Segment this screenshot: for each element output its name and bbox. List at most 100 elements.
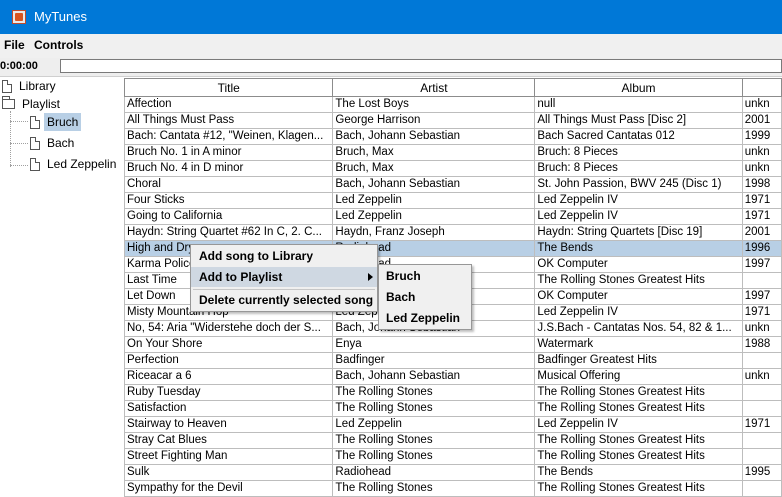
cell-artist: Led Zeppelin: [332, 192, 536, 209]
cell-title: Bach: Cantata #12, "Weinen, Klagen...: [123, 128, 334, 145]
menu-item-label: Add to Playlist: [199, 270, 283, 284]
cell-year: 1971: [741, 192, 782, 209]
menu-item-add-song-to-library[interactable]: Add song to Library: [191, 246, 377, 266]
cell-title: Four Sticks: [123, 192, 334, 209]
cell-year: 1998: [741, 176, 782, 193]
menu-controls[interactable]: Controls: [34, 38, 83, 52]
cell-artist: The Rolling Stones: [332, 400, 536, 417]
table-row[interactable]: Four Sticks Led Zeppelin Led Zeppelin IV 19…: [123, 192, 782, 209]
cell-artist: Radiohead: [332, 464, 536, 481]
cell-album: Bruch: 8 Pieces: [534, 160, 743, 177]
cell-title: Perfection: [123, 352, 334, 369]
cell-year: unkn: [741, 368, 782, 385]
playback-bar: 0:00:00: [0, 58, 782, 77]
table-row[interactable]: Stray Cat Blues The Rolling Stones The Rol…: [123, 432, 782, 449]
cell-year: 1971: [741, 304, 782, 321]
cell-year: unkn: [741, 320, 782, 337]
folder-icon: [2, 95, 15, 109]
progress-field[interactable]: [60, 59, 782, 73]
java-cup-icon: [12, 10, 26, 24]
cell-title: Bruch No. 1 in A minor: [123, 144, 334, 161]
table-row[interactable]: Satisfaction The Rolling Stones The Rollin…: [123, 400, 782, 417]
cell-artist: The Rolling Stones: [332, 432, 536, 449]
table-row[interactable]: On Your Shore Enya Watermark 1988: [123, 336, 782, 353]
tree-item-led-zeppelin[interactable]: Led Zeppelin: [30, 155, 119, 173]
table-row[interactable]: Stairway to Heaven Led Zeppelin Led Zeppel…: [123, 416, 782, 433]
column-header-artist[interactable]: Artist: [332, 78, 536, 97]
tree-item-library[interactable]: Library: [2, 77, 59, 95]
playlist-submenu: Bruch Bach Led Zeppelin: [378, 264, 472, 330]
submenu-item-led-zeppelin[interactable]: Led Zeppelin: [379, 308, 471, 329]
cell-album: The Rolling Stones Greatest Hits: [534, 272, 743, 289]
table-row[interactable]: Choral Bach, Johann Sebastian St. John Pas…: [123, 176, 782, 193]
cell-title: Bruch No. 4 in D minor: [123, 160, 334, 177]
cell-title: No, 54: Aria "Widerstehe doch der S...: [123, 320, 334, 337]
column-header-year[interactable]: [741, 78, 782, 97]
menu-item-add-to-playlist[interactable]: Add to Playlist: [191, 267, 377, 287]
table-row[interactable]: Ruby Tuesday The Rolling Stones The Rollin…: [123, 384, 782, 401]
submenu-item-bruch[interactable]: Bruch: [379, 266, 471, 287]
table-row[interactable]: Haydn: String Quartet #62 In C, 2. C... H…: [123, 224, 782, 241]
cell-year: 1997: [741, 256, 782, 273]
cell-title: On Your Shore: [123, 336, 334, 353]
cell-artist: Badfinger: [332, 352, 536, 369]
table-row[interactable]: Sympathy for the Devil The Rolling Stones…: [123, 480, 782, 497]
cell-album: Watermark: [534, 336, 743, 353]
table-row[interactable]: Bruch No. 1 in A minor Bruch, Max Bruch: 8…: [123, 144, 782, 161]
submenu-arrow-icon: [368, 273, 373, 281]
cell-year: 2001: [741, 112, 782, 129]
tree-item-bruch[interactable]: Bruch: [30, 113, 82, 131]
cell-album: St. John Passion, BWV 245 (Disc 1): [534, 176, 743, 193]
cell-album: Bach Sacred Cantatas 012: [534, 128, 743, 145]
menu-file[interactable]: File: [4, 38, 25, 52]
cell-artist: The Rolling Stones: [332, 448, 536, 465]
cell-title: Haydn: String Quartet #62 In C, 2. C...: [123, 224, 334, 241]
cell-album: Bruch: 8 Pieces: [534, 144, 743, 161]
column-header-title[interactable]: Title: [123, 78, 334, 97]
table-row[interactable]: Going to California Led Zeppelin Led Zeppe…: [123, 208, 782, 225]
table-row[interactable]: Affection The Lost Boys null unkn: [123, 96, 782, 113]
cell-title: Affection: [123, 96, 334, 113]
file-icon: [30, 158, 40, 172]
cell-year: [741, 384, 782, 401]
table-row[interactable]: Street Fighting Man The Rolling Stones The…: [123, 448, 782, 465]
tree-connector: [10, 143, 28, 144]
cell-title: Sympathy for the Devil: [123, 480, 334, 497]
cell-year: 2001: [741, 224, 782, 241]
cell-year: [741, 400, 782, 417]
cell-album: OK Computer: [534, 256, 743, 273]
tree-item-playlist[interactable]: Playlist: [2, 95, 63, 113]
cell-album: OK Computer: [534, 288, 743, 305]
cell-title: Satisfaction: [123, 400, 334, 417]
submenu-item-bach[interactable]: Bach: [379, 287, 471, 308]
cell-artist: Enya: [332, 336, 536, 353]
table-row[interactable]: Sulk Radiohead The Bends 1995: [123, 464, 782, 481]
cell-album: The Rolling Stones Greatest Hits: [534, 384, 743, 401]
library-tree: Library Playlist Bruch Bach Led Zeppelin: [0, 77, 124, 490]
tree-connector: [10, 121, 28, 122]
column-header-album[interactable]: Album: [534, 78, 743, 97]
file-icon: [2, 80, 12, 94]
table-row[interactable]: All Things Must Pass George Harrison All T…: [123, 112, 782, 129]
cell-year: [741, 480, 782, 497]
table-row[interactable]: Riceacar a 6 Bach, Johann Sebastian Musica…: [123, 368, 782, 385]
cell-title: Ruby Tuesday: [123, 384, 334, 401]
tree-connector: [10, 165, 28, 166]
cell-album: All Things Must Pass [Disc 2]: [534, 112, 743, 129]
cell-artist: Bruch, Max: [332, 144, 536, 161]
cell-album: The Bends: [534, 240, 743, 257]
table-row[interactable]: Perfection Badfinger Badfinger Greatest Hi…: [123, 352, 782, 369]
cell-year: [741, 272, 782, 289]
table-row[interactable]: Bach: Cantata #12, "Weinen, Klagen... Bac…: [123, 128, 782, 145]
cell-artist: The Rolling Stones: [332, 480, 536, 497]
menu-item-delete-selected-song[interactable]: Delete currently selected song: [191, 290, 377, 310]
cell-album: The Rolling Stones Greatest Hits: [534, 480, 743, 497]
cell-year: 1996: [741, 240, 782, 257]
file-icon: [30, 137, 40, 151]
table-row[interactable]: Bruch No. 4 in D minor Bruch, Max Bruch: 8…: [123, 160, 782, 177]
title-bar: MyTunes: [0, 0, 782, 34]
tree-item-bach[interactable]: Bach: [30, 134, 77, 152]
cell-year: [741, 432, 782, 449]
cell-title: Sulk: [123, 464, 334, 481]
cell-artist: Bach, Johann Sebastian: [332, 128, 536, 145]
